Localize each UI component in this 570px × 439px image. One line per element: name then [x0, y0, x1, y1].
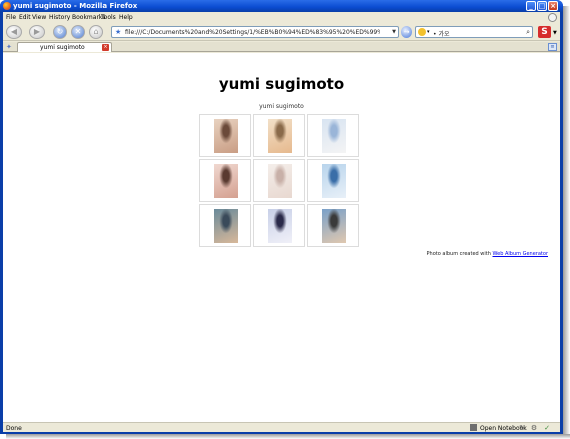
photo-thumbnail-image[interactable] — [268, 164, 292, 198]
activity-throbber-icon — [548, 13, 557, 22]
page-proxy-icon: ★ — [115, 28, 122, 36]
menu-bar: File Edit View History Bookmarks Tools H… — [3, 12, 560, 23]
menu-view[interactable]: View — [32, 14, 46, 21]
menu-help[interactable]: Help — [119, 14, 133, 21]
firefox-icon — [3, 2, 11, 10]
search-input[interactable]: • 가오 — [433, 29, 450, 38]
tab-bar: ✦ yumi sugimoto × ≡ — [3, 42, 560, 52]
photo-thumbnail-image[interactable] — [268, 209, 292, 243]
close-window-button[interactable]: × — [548, 1, 558, 11]
search-bar[interactable]: ▾ • 가오 ⌕ — [415, 26, 533, 38]
pencil-icon[interactable]: ✎ — [518, 424, 526, 432]
window-title: yumi sugimoto - Mozilla Firefox — [13, 2, 138, 10]
window-shadow-bottom — [6, 434, 570, 439]
credit-link[interactable]: Web Album Generator — [493, 251, 549, 257]
credit-line: Photo album created with Web Album Gener… — [427, 251, 548, 257]
photo-thumbnail-image[interactable] — [268, 119, 292, 153]
maximize-button[interactable]: □ — [537, 1, 547, 11]
check-icon[interactable]: ✓ — [543, 424, 551, 432]
photo-thumbnail-image[interactable] — [322, 119, 346, 153]
search-engine-icon[interactable] — [418, 28, 426, 36]
page-title: yumi sugimoto — [218, 75, 345, 93]
navigation-toolbar: ◀ ▶ ↻ ✕ ⌂ ★ file:///C:/Documents%20and%2… — [3, 23, 560, 41]
browser-client-area: File Edit View History Bookmarks Tools H… — [3, 12, 560, 432]
photo-thumbnail-cell[interactable] — [253, 114, 305, 157]
reload-button[interactable]: ↻ — [53, 25, 67, 39]
search-engine-dropdown-icon[interactable]: ▾ — [427, 29, 430, 35]
menu-history[interactable]: History — [49, 14, 70, 21]
forward-button[interactable]: ▶ — [29, 25, 45, 39]
tab-label: yumi sugimoto — [40, 44, 85, 51]
menu-tools[interactable]: Tools — [101, 14, 116, 21]
gear-icon[interactable]: ⚙ — [530, 424, 538, 432]
photo-thumbnail-cell[interactable] — [199, 114, 251, 157]
go-button[interactable]: → — [401, 26, 412, 38]
photo-thumbnail-image[interactable] — [214, 209, 238, 243]
bookmark-star-icon[interactable]: ✦ — [6, 43, 12, 51]
url-dropdown-icon[interactable]: ▼ — [392, 29, 396, 35]
photo-thumbnail-cell[interactable] — [199, 159, 251, 202]
photo-thumbnail-image[interactable] — [322, 164, 346, 198]
photo-thumbnail-cell[interactable] — [307, 114, 359, 157]
page-content: yumi sugimoto yumi sugimoto Photo album … — [3, 53, 560, 422]
extension-s-button[interactable]: S — [538, 26, 551, 38]
menu-file[interactable]: File — [6, 14, 16, 21]
minimize-button[interactable]: _ — [526, 1, 536, 11]
photo-thumbnail-image[interactable] — [322, 209, 346, 243]
stop-button[interactable]: ✕ — [71, 25, 85, 39]
status-text: Done — [6, 425, 22, 432]
album-caption: yumi sugimoto — [259, 103, 304, 110]
window-shadow-right — [563, 6, 570, 439]
photo-thumbnail-image[interactable] — [214, 119, 238, 153]
tab-list-icon[interactable]: ≡ — [548, 43, 557, 51]
extension-dropdown-icon[interactable]: ▼ — [553, 30, 557, 36]
photo-thumbnail-cell[interactable] — [253, 204, 305, 247]
title-bar[interactable]: yumi sugimoto - Mozilla Firefox _ □ × — [0, 0, 563, 12]
url-text[interactable]: file:///C:/Documents%20and%20Settings/1/… — [125, 29, 380, 36]
photo-thumbnail-cell[interactable] — [199, 204, 251, 247]
tab-active[interactable]: yumi sugimoto × — [17, 42, 112, 52]
back-button[interactable]: ◀ — [6, 25, 22, 39]
home-button[interactable]: ⌂ — [89, 25, 103, 39]
photo-thumbnail-image[interactable] — [214, 164, 238, 198]
status-bar: Done Open Notebook ✎ ⚙ ✓ — [3, 422, 560, 432]
address-bar[interactable]: ★ file:///C:/Documents%20and%20Settings/… — [111, 26, 399, 38]
notebook-icon[interactable] — [470, 424, 477, 431]
menu-edit[interactable]: Edit — [19, 14, 31, 21]
photo-thumbnail-cell[interactable] — [307, 159, 359, 202]
photo-thumbnail-cell[interactable] — [253, 159, 305, 202]
photo-thumbnail-cell[interactable] — [307, 204, 359, 247]
search-icon[interactable]: ⌕ — [526, 28, 530, 37]
credit-prefix: Photo album created with — [426, 251, 493, 257]
tab-close-icon[interactable]: × — [102, 44, 109, 51]
